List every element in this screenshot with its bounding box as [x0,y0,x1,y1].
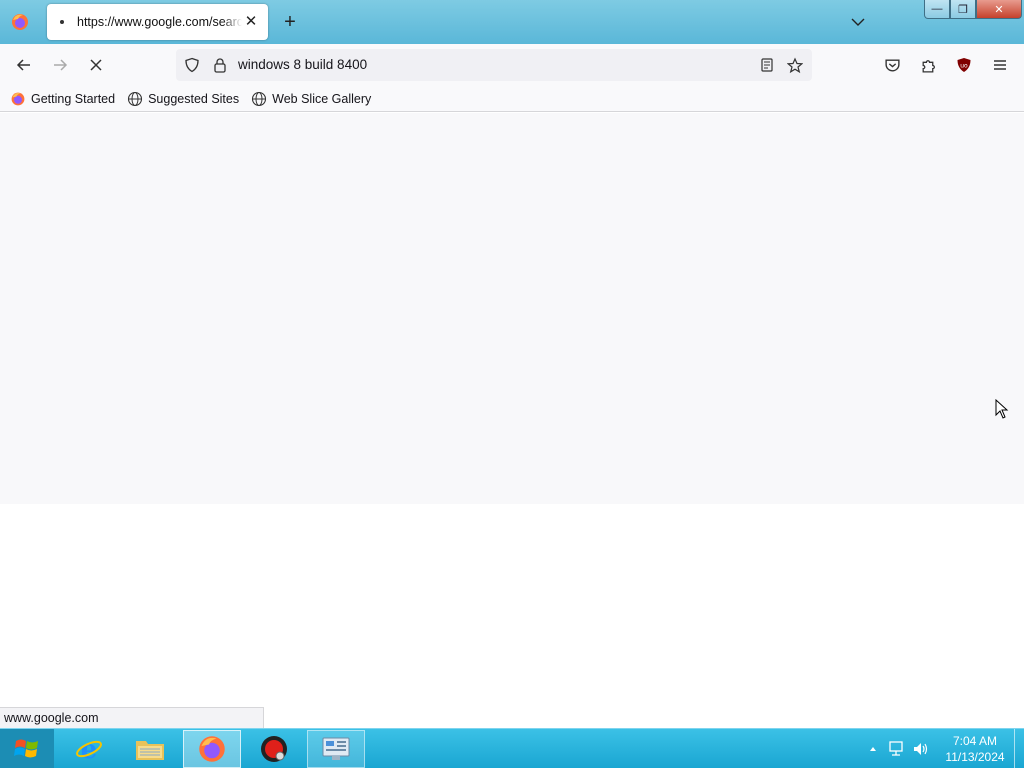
system-tray: 7:04 AM 11/13/2024 [860,729,1010,768]
ie-icon: e [76,735,102,764]
firefox-view-button[interactable] [4,6,36,38]
ublock-origin-button[interactable]: uo [952,53,976,77]
back-button[interactable] [12,53,36,77]
arrow-left-icon [16,59,30,71]
arrow-right-icon [54,59,68,71]
tab-close-icon[interactable]: ✕ [242,13,260,31]
url-text: windows 8 build 8400 [238,57,368,72]
system-clock[interactable]: 7:04 AM 11/13/2024 [940,733,1010,765]
clock-time: 7:04 AM [952,734,998,748]
lock-icon [214,58,226,73]
shield-icon [185,57,199,73]
tab-strip: https://www.google.com/search?q=windows+… [0,0,1024,44]
extensions-button[interactable] [916,53,940,77]
status-link-preview: www.google.com [0,707,264,728]
svg-text:uo: uo [960,63,968,70]
taskbar-internet-explorer[interactable]: e [60,730,118,768]
bookmark-label: Getting Started [31,91,116,106]
show-hidden-icons-button[interactable] [862,738,884,760]
site-info-icon[interactable] [212,57,228,73]
tab-title: https://www.google.com/search?q=windows+… [77,15,242,29]
firefox-icon [199,736,225,762]
reader-view-icon [761,58,773,72]
control-panel-icon [322,737,350,760]
bookmark-web-slice-gallery[interactable]: Web Slice Gallery [251,91,371,107]
stop-button[interactable] [84,53,108,77]
page-loading-area [0,113,1024,504]
ublock-shield-icon: uo [957,58,971,72]
start-button[interactable] [0,729,54,768]
volume-tray-button[interactable] [910,738,932,760]
bookmark-suggested-sites[interactable]: Suggested Sites [127,91,239,107]
firefox-icon [12,14,28,30]
bookmark-label: Suggested Sites [148,91,240,106]
new-tab-button[interactable]: + [280,12,300,32]
restore-button[interactable]: ❐ [950,0,976,19]
pocket-icon [884,58,900,71]
taskbar-firefox[interactable] [183,730,241,768]
bookmark-getting-started[interactable]: Getting Started [10,91,115,107]
tab-google-search[interactable]: https://www.google.com/search?q=windows+… [47,4,268,40]
network-tray-button[interactable] [886,738,908,760]
bookmark-label: Web Slice Gallery [272,91,372,106]
globe-icon [128,91,143,106]
record-icon [261,736,287,762]
app-menu-button[interactable] [988,53,1012,77]
chevron-up-icon [870,747,876,751]
windows-logo-icon [14,739,38,758]
reader-view-button[interactable] [759,57,775,73]
hamburger-menu-icon [994,60,1006,70]
pocket-button[interactable] [880,53,904,77]
star-icon [787,57,803,73]
forward-button[interactable] [48,53,72,77]
navigation-toolbar: windows 8 build 8400 uo [0,44,1024,86]
network-icon [889,741,903,756]
mouse-cursor-icon [995,399,1009,419]
close-window-button[interactable]: ✕ [976,0,1022,19]
firefox-icon [11,92,25,105]
svg-text:e: e [81,735,98,764]
puzzle-icon [922,59,935,73]
minimize-button[interactable]: — [924,0,950,19]
tab-loading-icon [60,20,64,24]
show-desktop-button[interactable] [1014,729,1024,768]
page-content[interactable] [0,113,1024,728]
window-controls: — ❐ ✕ [924,0,1022,20]
tracking-protection-icon[interactable] [184,57,200,73]
bookmarks-toolbar: Getting Started Suggested Sites Web Slic… [0,86,1024,112]
taskbar-file-explorer[interactable] [121,730,179,768]
folder-icon [136,741,164,760]
list-all-tabs-button[interactable] [848,12,868,32]
taskbar-recorder[interactable] [245,730,303,768]
speaker-icon [914,743,928,755]
taskbar: e 7:04 AM 11/13/2024 [0,728,1024,768]
clock-date: 11/13/2024 [945,750,1005,764]
chevron-down-icon [851,18,865,26]
taskbar-control-panel[interactable] [307,730,365,768]
address-bar[interactable]: windows 8 build 8400 [176,49,812,81]
bookmark-star-button[interactable] [787,57,803,73]
stop-icon [90,59,102,71]
globe-icon [252,91,267,106]
